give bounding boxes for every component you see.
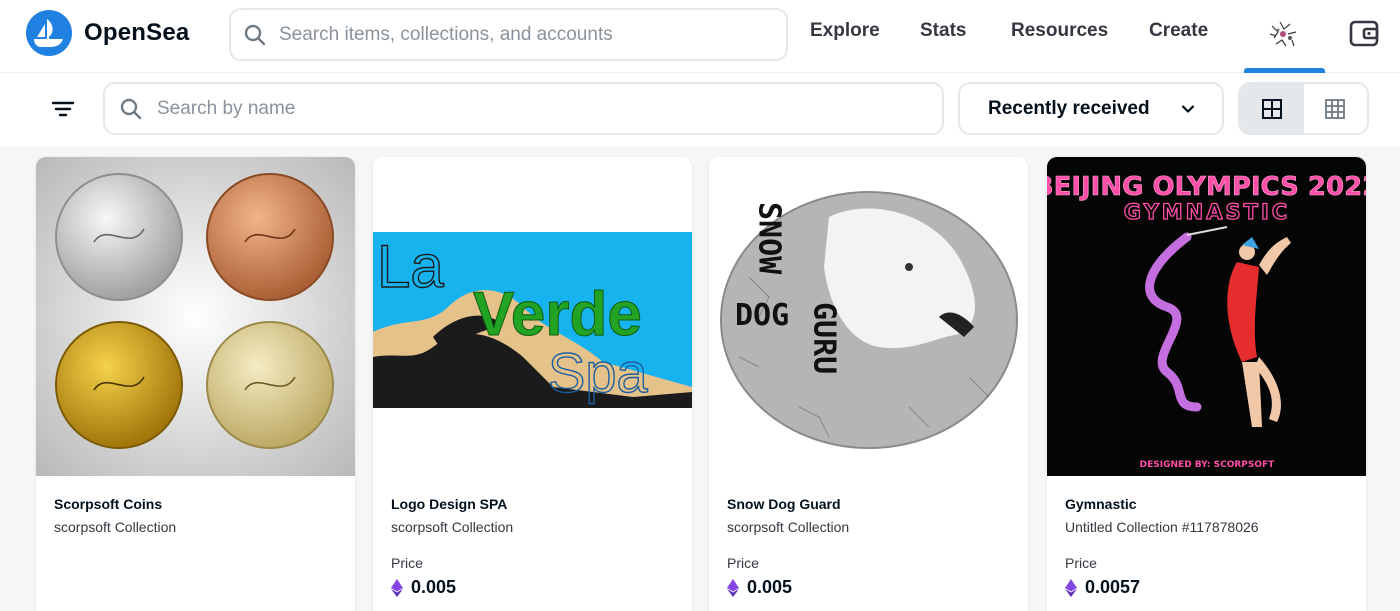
nft-title: Gymnastic: [1065, 496, 1137, 512]
price-row: 0.0057: [1065, 577, 1348, 598]
chevron-down-icon: [1181, 104, 1195, 113]
top-nav: OpenSea Explore Stats Resources Create: [0, 0, 1400, 73]
ethereum-icon: [1065, 578, 1077, 597]
name-search-input[interactable]: [157, 97, 917, 120]
art-title-line2: GYMNASTIC: [1124, 200, 1290, 224]
nft-collection[interactable]: scorpsoft Collection: [391, 519, 674, 535]
profile-avatar[interactable]: [1264, 14, 1304, 54]
art-word-verde: Verde: [473, 280, 642, 349]
nft-image-snow-dog: SNOW DOG GURU: [709, 157, 1028, 476]
nft-title: Logo Design SPA: [391, 496, 508, 512]
filter-icon[interactable]: [50, 96, 76, 122]
art-word-dog: DOG: [735, 298, 789, 333]
search-icon: [120, 98, 142, 119]
nft-card[interactable]: SNOW DOG GURU Snow Dog Guard scorpsoft C…: [709, 157, 1028, 611]
nft-title: Snow Dog Guard: [727, 496, 841, 512]
nft-image-coins: [36, 157, 355, 476]
large-grid-icon: [1261, 98, 1282, 119]
active-tab-indicator: [1244, 68, 1325, 73]
small-grid-button[interactable]: [1304, 84, 1368, 133]
price-row: 0.005: [727, 577, 1010, 598]
name-search[interactable]: [103, 82, 944, 135]
nft-card[interactable]: Scorpsoft Coins scorpsoft Collection: [36, 157, 355, 611]
price-label: Price: [1065, 555, 1097, 571]
global-search[interactable]: [229, 8, 788, 61]
nft-title: Scorpsoft Coins: [54, 496, 163, 512]
nft-collection[interactable]: Untitled Collection #117878026: [1065, 519, 1348, 535]
sort-selected-label: Recently received: [988, 97, 1150, 119]
nft-card[interactable]: BEIJING OLYMPICS 2022 GYMNASTIC DESIGNED…: [1047, 157, 1366, 611]
price-label: Price: [391, 555, 423, 571]
filter-bar: Recently received: [0, 74, 1400, 146]
large-grid-button[interactable]: [1240, 84, 1304, 133]
price-value: 0.005: [747, 577, 793, 597]
price-value: 0.005: [411, 577, 457, 597]
nft-image-gymnastic: BEIJING OLYMPICS 2022 GYMNASTIC DESIGNED…: [1047, 157, 1366, 476]
nft-collection[interactable]: scorpsoft Collection: [727, 519, 1010, 535]
brand-name: OpenSea: [84, 19, 190, 46]
art-title-line1: BEIJING OLYMPICS 2022: [1047, 172, 1366, 202]
sort-dropdown[interactable]: Recently received: [958, 82, 1224, 135]
opensea-logo-icon: [26, 10, 72, 56]
price-value: 0.0057: [1085, 577, 1141, 597]
nav-explore[interactable]: Explore: [810, 20, 880, 42]
view-mode-toggle: [1238, 82, 1369, 135]
price-label: Price: [727, 555, 759, 571]
nav-create[interactable]: Create: [1149, 20, 1208, 42]
art-word-snow: SNOW: [752, 202, 787, 275]
nft-collection[interactable]: scorpsoft Collection: [54, 519, 337, 535]
ethereum-icon: [391, 578, 403, 597]
art-credit: DESIGNED BY: SCORPSOFT: [1140, 460, 1276, 470]
wallet-icon[interactable]: [1348, 17, 1380, 49]
ethereum-icon: [727, 578, 739, 597]
art-word-spa: Spa: [548, 341, 648, 404]
opensea-logo[interactable]: OpenSea: [26, 10, 189, 56]
nav-stats[interactable]: Stats: [920, 20, 966, 42]
price-row: 0.005: [391, 577, 674, 598]
small-grid-icon: [1325, 98, 1346, 119]
search-icon: [244, 24, 266, 45]
global-search-input[interactable]: [279, 23, 759, 46]
art-word-guru: GURU: [807, 302, 842, 374]
nft-image-la-verde-spa: La Verde Spa: [373, 157, 692, 476]
nav-resources[interactable]: Resources: [1011, 20, 1108, 42]
art-word-la: La: [377, 233, 444, 300]
nft-card[interactable]: La Verde Spa Logo Design SPA scorpsoft C…: [373, 157, 692, 611]
